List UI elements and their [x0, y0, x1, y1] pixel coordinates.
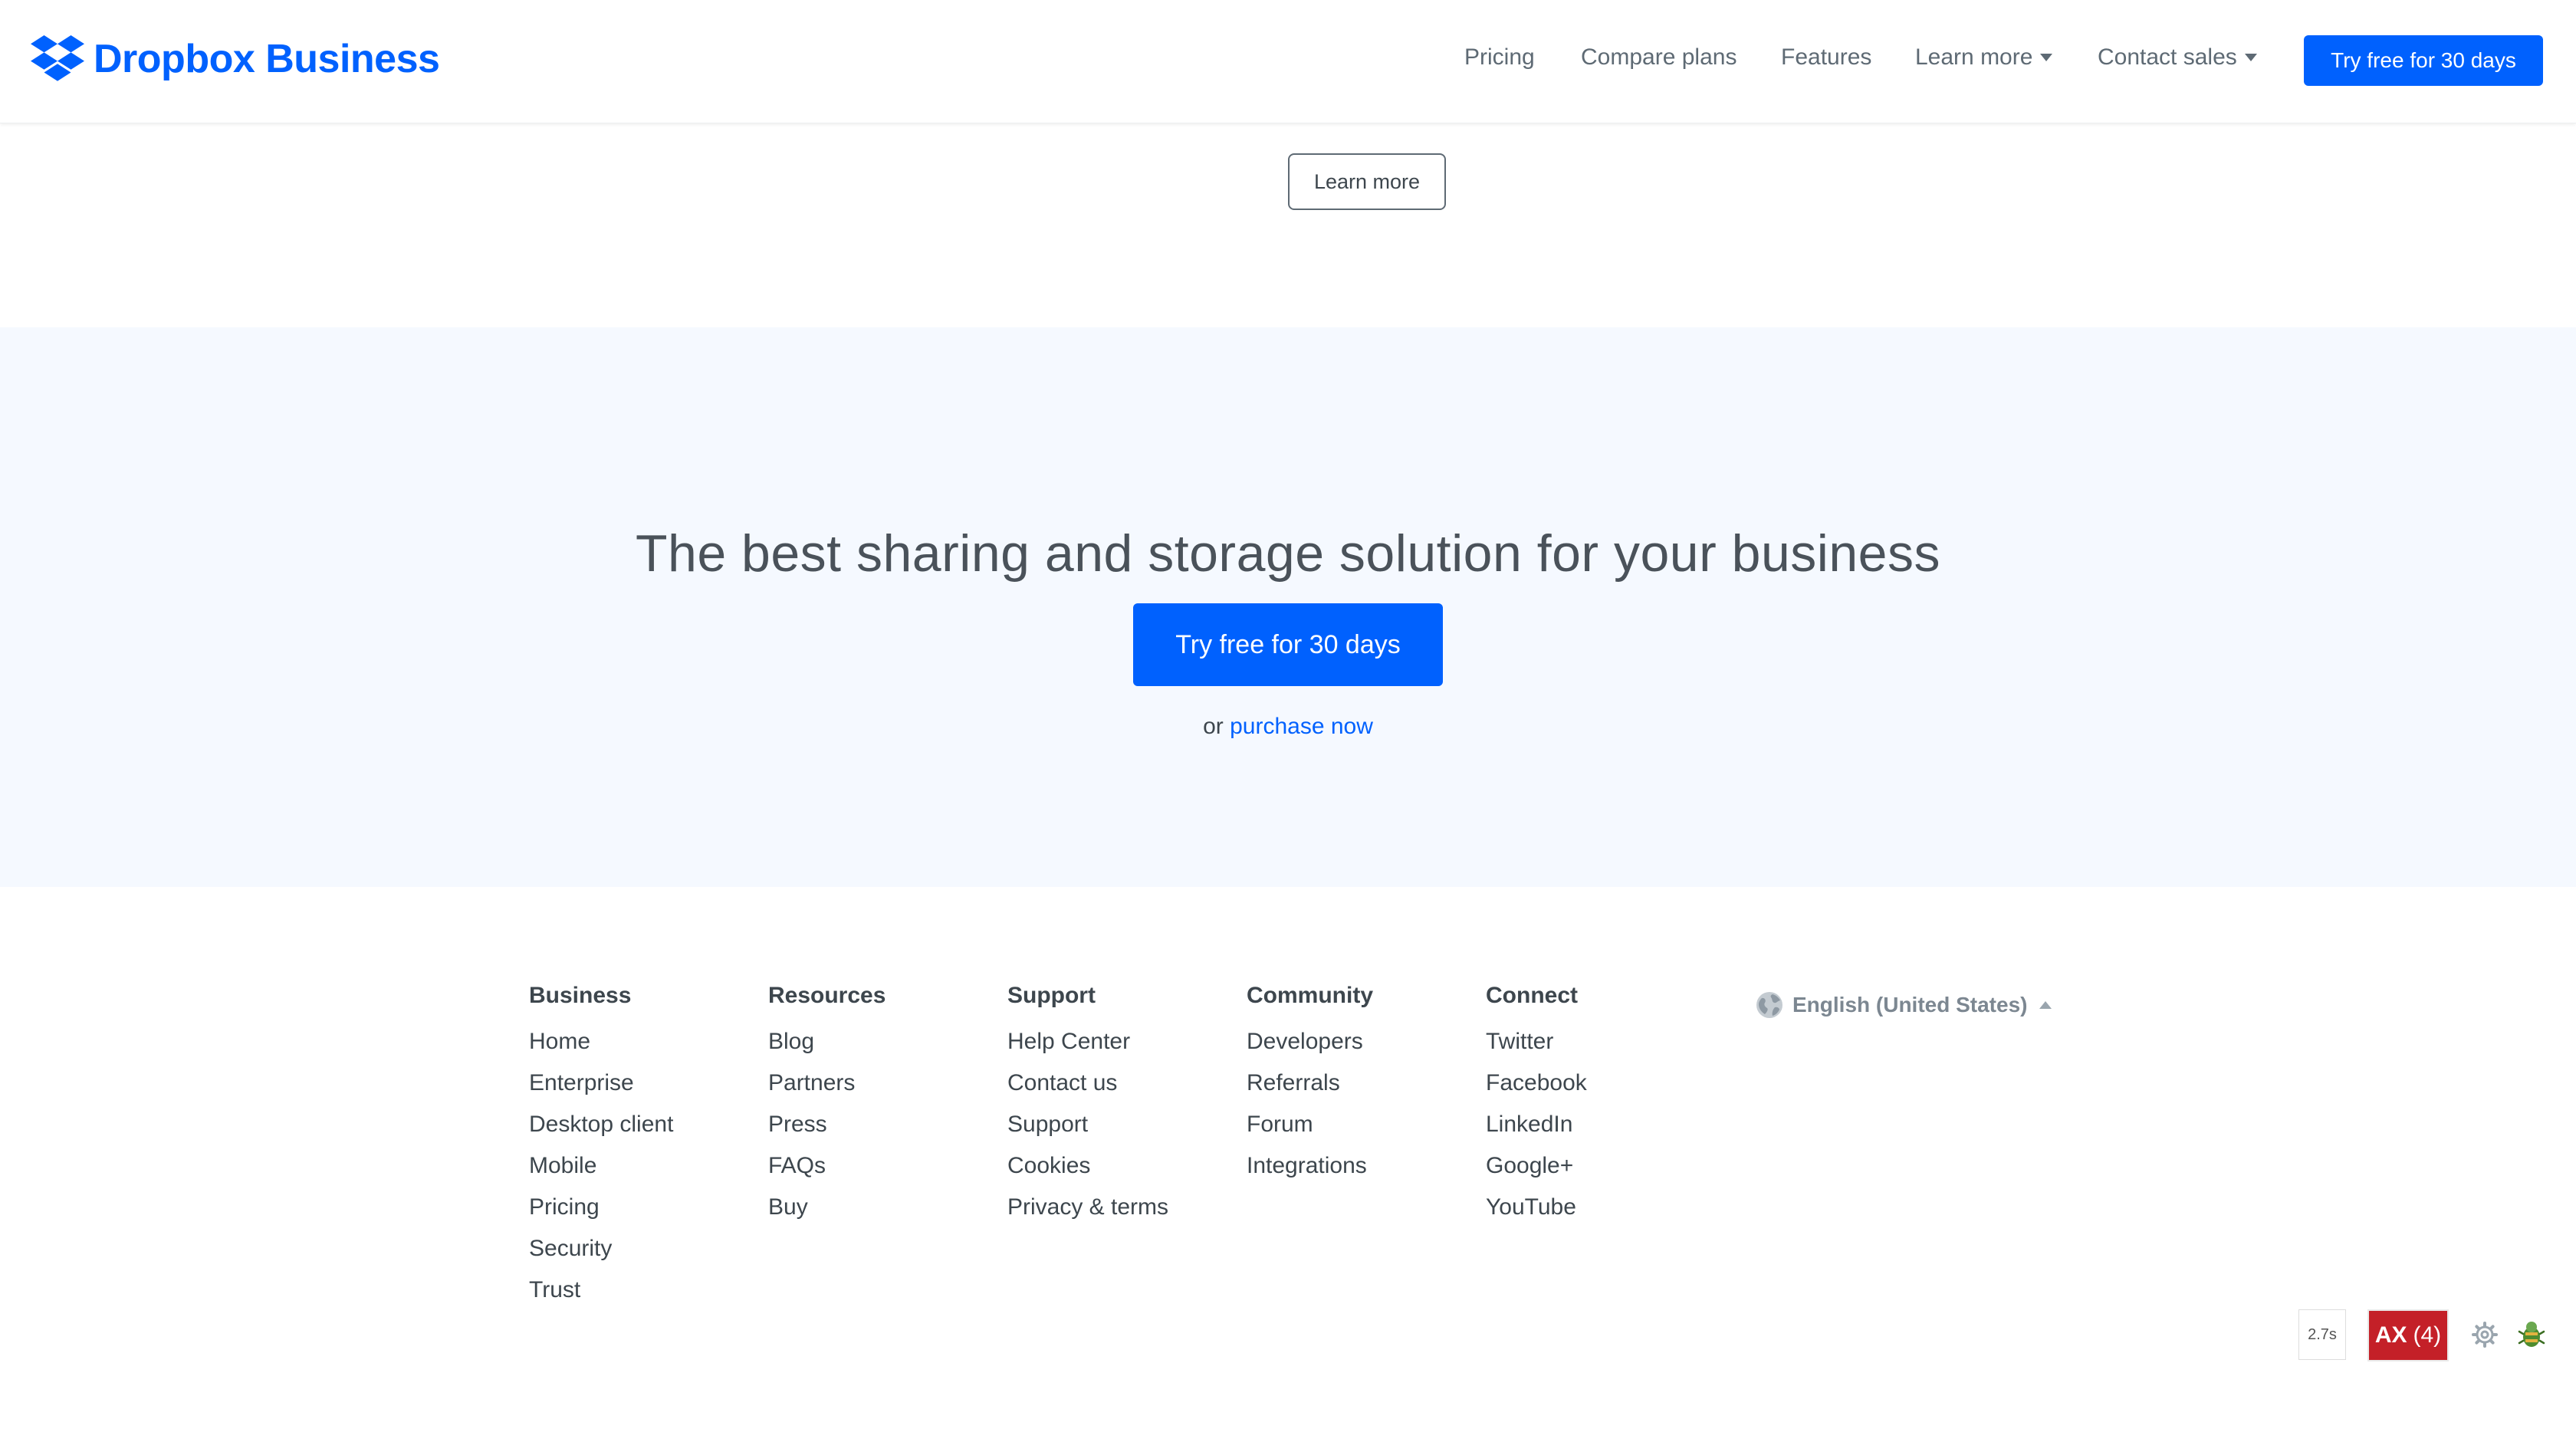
purchase-now-link[interactable]: purchase now: [1230, 714, 1373, 739]
footer-column-business: Business Home Enterprise Desktop client …: [529, 983, 673, 1311]
footer-link[interactable]: Forum: [1247, 1104, 1373, 1145]
nav-compare-plans[interactable]: Compare plans: [1581, 44, 1737, 71]
footer-link[interactable]: Help Center: [1007, 1021, 1168, 1063]
footer-link[interactable]: LinkedIn: [1486, 1104, 1587, 1145]
footer-link[interactable]: Trust: [529, 1269, 673, 1311]
globe-icon: [1756, 992, 1783, 1018]
purchase-prefix: or: [1203, 714, 1230, 739]
nav-contact-sales[interactable]: Contact sales: [2098, 44, 2257, 71]
dropbox-logo-icon: [31, 35, 84, 81]
accessibility-issues-button[interactable]: AX (4): [2367, 1309, 2449, 1361]
footer-link[interactable]: Referrals: [1247, 1063, 1373, 1104]
try-free-button-header[interactable]: Try free for 30 days: [2304, 35, 2543, 86]
language-label: English (United States): [1792, 993, 2028, 1017]
footer-heading: Support: [1007, 983, 1096, 1008]
footer-link[interactable]: Support: [1007, 1104, 1168, 1145]
footer-column-connect: Connect Twitter Facebook LinkedIn Google…: [1486, 983, 1587, 1228]
purchase-prompt: or purchase now: [0, 714, 2576, 740]
footer-heading: Community: [1247, 983, 1373, 1008]
footer-link[interactable]: Home: [529, 1021, 673, 1063]
footer-link[interactable]: Contact us: [1007, 1063, 1168, 1104]
footer-link[interactable]: Press: [768, 1104, 886, 1145]
nav-learn-more-label: Learn more: [1915, 44, 2033, 70]
footer-link[interactable]: Facebook: [1486, 1063, 1587, 1104]
footer-link[interactable]: Buy: [768, 1187, 886, 1228]
footer-heading: Resources: [768, 983, 886, 1008]
chevron-down-icon: [2244, 54, 2257, 61]
footer-link[interactable]: Google+: [1486, 1145, 1587, 1187]
ax-label: AX: [2374, 1322, 2407, 1348]
footer-link[interactable]: Pricing: [529, 1187, 673, 1228]
footer-link[interactable]: YouTube: [1486, 1187, 1587, 1228]
nav-pricing[interactable]: Pricing: [1464, 44, 1535, 71]
nav-compare-plans-label: Compare plans: [1581, 44, 1737, 70]
footer-heading: Connect: [1486, 983, 1578, 1008]
footer-link[interactable]: Developers: [1247, 1021, 1373, 1063]
nav-features-label: Features: [1781, 44, 1872, 70]
footer-link[interactable]: Desktop client: [529, 1104, 673, 1145]
brand-logo[interactable]: Dropbox Business: [31, 35, 440, 83]
footer-link[interactable]: Privacy & terms: [1007, 1187, 1168, 1228]
footer-column-community: Community Developers Referrals Forum Int…: [1247, 983, 1373, 1187]
nav-features[interactable]: Features: [1781, 44, 1871, 71]
footer-column-support: Support Help Center Contact us Support C…: [1007, 983, 1168, 1228]
footer-heading: Business: [529, 983, 632, 1008]
nav-contact-sales-label: Contact sales: [2098, 44, 2237, 70]
load-timer-badge[interactable]: 2.7s: [2298, 1309, 2346, 1360]
footer-column-resources: Resources Blog Partners Press FAQs Buy: [768, 983, 886, 1228]
footer-link[interactable]: Partners: [768, 1063, 886, 1104]
chevron-down-icon: [2040, 54, 2053, 61]
nav-learn-more[interactable]: Learn more: [1915, 44, 2053, 71]
footer-link[interactable]: Security: [529, 1228, 673, 1269]
footer-link[interactable]: Blog: [768, 1021, 886, 1063]
brand-name: Dropbox Business: [94, 37, 440, 81]
footer-link[interactable]: Mobile: [529, 1145, 673, 1187]
ax-count: (4): [2413, 1322, 2442, 1348]
gear-icon[interactable]: [2472, 1322, 2498, 1348]
hero-heading: The best sharing and storage solution fo…: [635, 524, 1941, 583]
learn-more-button[interactable]: Learn more: [1288, 153, 1446, 210]
footer-link[interactable]: Twitter: [1486, 1021, 1587, 1063]
footer-link[interactable]: FAQs: [768, 1145, 886, 1187]
bug-icon[interactable]: [2518, 1320, 2545, 1349]
hero-cta-section: The best sharing and storage solution fo…: [0, 327, 2576, 887]
footer-link[interactable]: Cookies: [1007, 1145, 1168, 1187]
try-free-button-hero[interactable]: Try free for 30 days: [1133, 603, 1443, 686]
footer-link[interactable]: Enterprise: [529, 1063, 673, 1104]
footer-link[interactable]: Integrations: [1247, 1145, 1373, 1187]
chevron-up-icon: [2039, 1001, 2052, 1009]
nav-pricing-label: Pricing: [1464, 44, 1535, 70]
language-selector[interactable]: English (United States): [1756, 991, 2052, 1019]
top-navigation-bar: Dropbox Business Pricing Compare plans F…: [0, 0, 2576, 123]
